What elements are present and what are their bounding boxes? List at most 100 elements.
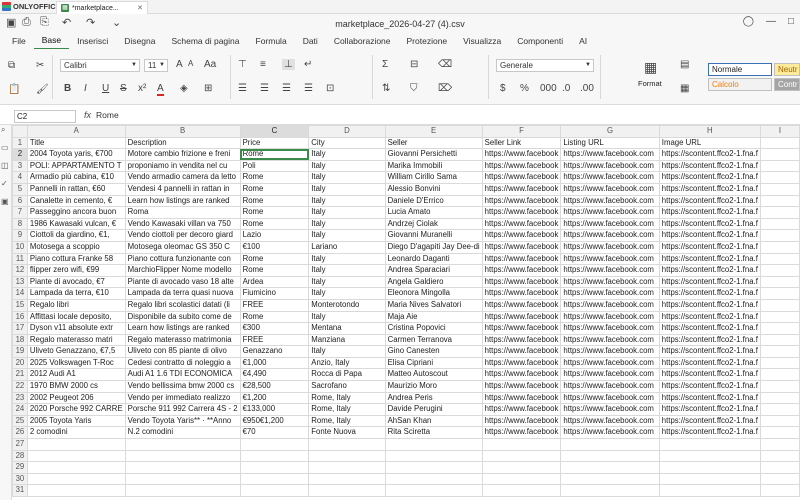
row-header[interactable]: 31 <box>12 484 28 497</box>
cell-i22[interactable] <box>759 380 800 393</box>
cell-f5[interactable]: https://www.facebook <box>481 182 562 196</box>
row-header[interactable]: 6 <box>12 194 28 208</box>
cell-d3[interactable]: Italy <box>308 159 386 173</box>
cell-d23[interactable]: Rome, Italy <box>308 391 386 405</box>
column-header-i[interactable]: I <box>759 125 800 138</box>
cell-a5[interactable]: Pannelli in rattan, €60 <box>26 182 126 196</box>
cell-g15[interactable]: https://www.facebook.com <box>560 298 660 312</box>
cell-h31[interactable] <box>658 484 761 497</box>
cell-e26[interactable]: Rita Sciretta <box>384 426 483 440</box>
cell-c22[interactable]: €28,500 <box>239 380 310 393</box>
cell-d10[interactable]: Lariano <box>308 240 386 254</box>
row-header[interactable]: 3 <box>12 159 28 173</box>
cell-d4[interactable]: Italy <box>308 171 386 184</box>
cell-b9[interactable]: Vendo ciottoli per decoro giard <box>124 229 241 242</box>
cell-e2[interactable]: Giovanni Persichetti <box>384 148 483 161</box>
cell-a17[interactable]: Dyson v11 absolute extr <box>26 322 126 335</box>
cell-a22[interactable]: 1970 BMW 2000 cs <box>26 380 126 393</box>
cell-g31[interactable] <box>560 484 660 497</box>
cell-f20[interactable]: https://www.facebook <box>481 356 562 370</box>
cell-i15[interactable] <box>759 298 800 312</box>
menu-components[interactable]: Componenti <box>509 34 571 49</box>
named-range-icon[interactable]: ⊟ <box>410 59 418 70</box>
search-icon[interactable]: ⌕ <box>1 125 5 135</box>
cell-e13[interactable]: Angela Galdiero <box>384 275 483 289</box>
cell-i7[interactable] <box>759 206 800 219</box>
cell-e16[interactable]: Maja Aie <box>384 310 483 324</box>
cell-h14[interactable]: https://scontent.ffco2-1.fna.f <box>658 287 761 300</box>
cell-g9[interactable]: https://www.facebook.com <box>560 229 660 242</box>
cell-e27[interactable] <box>384 438 483 451</box>
cell-h10[interactable]: https://scontent.ffco2-1.fna.f <box>658 240 761 254</box>
cell-c16[interactable]: Rome <box>239 310 310 324</box>
align-middle-icon[interactable]: ≡ <box>260 59 266 70</box>
strikethrough-icon[interactable]: S <box>120 83 127 94</box>
cell-g18[interactable]: https://www.facebook.com <box>560 333 660 347</box>
cell-b27[interactable] <box>124 438 241 451</box>
cell-g13[interactable]: https://www.facebook.com <box>560 275 660 289</box>
cell-i23[interactable] <box>759 391 800 405</box>
cell-b7[interactable]: Roma <box>124 206 241 219</box>
autosum-icon[interactable]: Σ <box>382 59 388 70</box>
menu-ai[interactable]: AI <box>571 34 595 49</box>
cell-f29[interactable] <box>481 461 562 474</box>
cell-a9[interactable]: Ciottoli da giardino, €1, <box>26 229 126 242</box>
cell-g26[interactable]: https://www.facebook.com <box>560 426 660 440</box>
cell-e9[interactable]: Giovanni Muranelli <box>384 229 483 242</box>
menu-view[interactable]: Visualizza <box>455 34 509 49</box>
cell-d31[interactable] <box>308 484 386 497</box>
cell-f7[interactable]: https://www.facebook <box>481 206 562 219</box>
cell-b10[interactable]: Motosega oleomac GS 350 C <box>124 240 241 254</box>
cell-g14[interactable]: https://www.facebook.com <box>560 287 660 300</box>
decrease-font-icon[interactable]: A <box>188 59 193 68</box>
cell-e17[interactable]: Cristina Popovici <box>384 322 483 335</box>
cell-h8[interactable]: https://scontent.ffco2-1.fna.f <box>658 217 761 231</box>
cell-b16[interactable]: Disponibile da subito come de <box>124 310 241 324</box>
cell-b4[interactable]: Vendo armadio camera da letto <box>124 171 241 184</box>
cell-h13[interactable]: https://scontent.ffco2-1.fna.f <box>658 275 761 289</box>
cell-i9[interactable] <box>759 229 800 242</box>
row-header[interactable]: 14 <box>12 287 28 300</box>
filter-icon[interactable]: ⛉ <box>410 83 418 94</box>
row-header[interactable]: 21 <box>12 368 28 382</box>
cell-i26[interactable] <box>759 426 800 440</box>
cell-d20[interactable]: Anzio, Italy <box>308 356 386 370</box>
cell-h5[interactable]: https://scontent.ffco2-1.fna.f <box>658 182 761 196</box>
cell-f1[interactable]: Seller Link <box>481 136 562 150</box>
cell-g30[interactable] <box>560 472 660 486</box>
cell-a10[interactable]: Motosega a scoppio <box>26 240 126 254</box>
row-header[interactable]: 16 <box>12 310 28 324</box>
justify-icon[interactable]: ☰ <box>304 83 313 94</box>
cell-b25[interactable]: Vendo Toyota Yaris** · **Anno <box>124 414 241 428</box>
cell-a3[interactable]: POLI: APPARTAMENTO T <box>26 159 126 173</box>
cell-c25[interactable]: €950€1,200 <box>239 414 310 428</box>
cell-b5[interactable]: Vendesi 4 pannelli in rattan in <box>124 182 241 196</box>
cell-c5[interactable]: Rome <box>239 182 310 196</box>
percent-icon[interactable]: % <box>520 83 529 94</box>
cell-c8[interactable]: Rome <box>239 217 310 231</box>
cell-h19[interactable]: https://scontent.ffco2-1.fna.f <box>658 345 761 358</box>
cell-h3[interactable]: https://scontent.ffco2-1.fna.f <box>658 159 761 173</box>
cell-f16[interactable]: https://www.facebook <box>481 310 562 324</box>
cell-f17[interactable]: https://www.facebook <box>481 322 562 335</box>
cell-d28[interactable] <box>308 449 386 463</box>
cell-g22[interactable]: https://www.facebook.com <box>560 380 660 393</box>
cell-g4[interactable]: https://www.facebook.com <box>560 171 660 184</box>
cell-e20[interactable]: Elisa Cipriani <box>384 356 483 370</box>
cell-a14[interactable]: Lampada da terra, €10 <box>26 287 126 300</box>
font-family-select[interactable]: Calibri ▼ <box>60 59 140 72</box>
cell-e28[interactable] <box>384 449 483 463</box>
cell-b30[interactable] <box>124 472 241 486</box>
fill-color-icon[interactable]: ◈ <box>180 83 188 94</box>
cell-e4[interactable]: William Cirillo Sama <box>384 171 483 184</box>
cell-b3[interactable]: proponiamo in vendita nel cu <box>124 159 241 173</box>
cell-g23[interactable]: https://www.facebook.com <box>560 391 660 405</box>
row-header[interactable]: 22 <box>12 380 28 393</box>
user-icon[interactable]: ◯ <box>743 16 754 27</box>
row-header[interactable]: 1 <box>12 136 28 150</box>
cell-b14[interactable]: Lampada da terra quasi nuova <box>124 287 241 300</box>
cell-f27[interactable] <box>481 438 562 451</box>
cell-f26[interactable]: https://www.facebook <box>481 426 562 440</box>
cell-e23[interactable]: Andrea Peris <box>384 391 483 405</box>
cell-b13[interactable]: Piante di avocado vaso 18 alte <box>124 275 241 289</box>
